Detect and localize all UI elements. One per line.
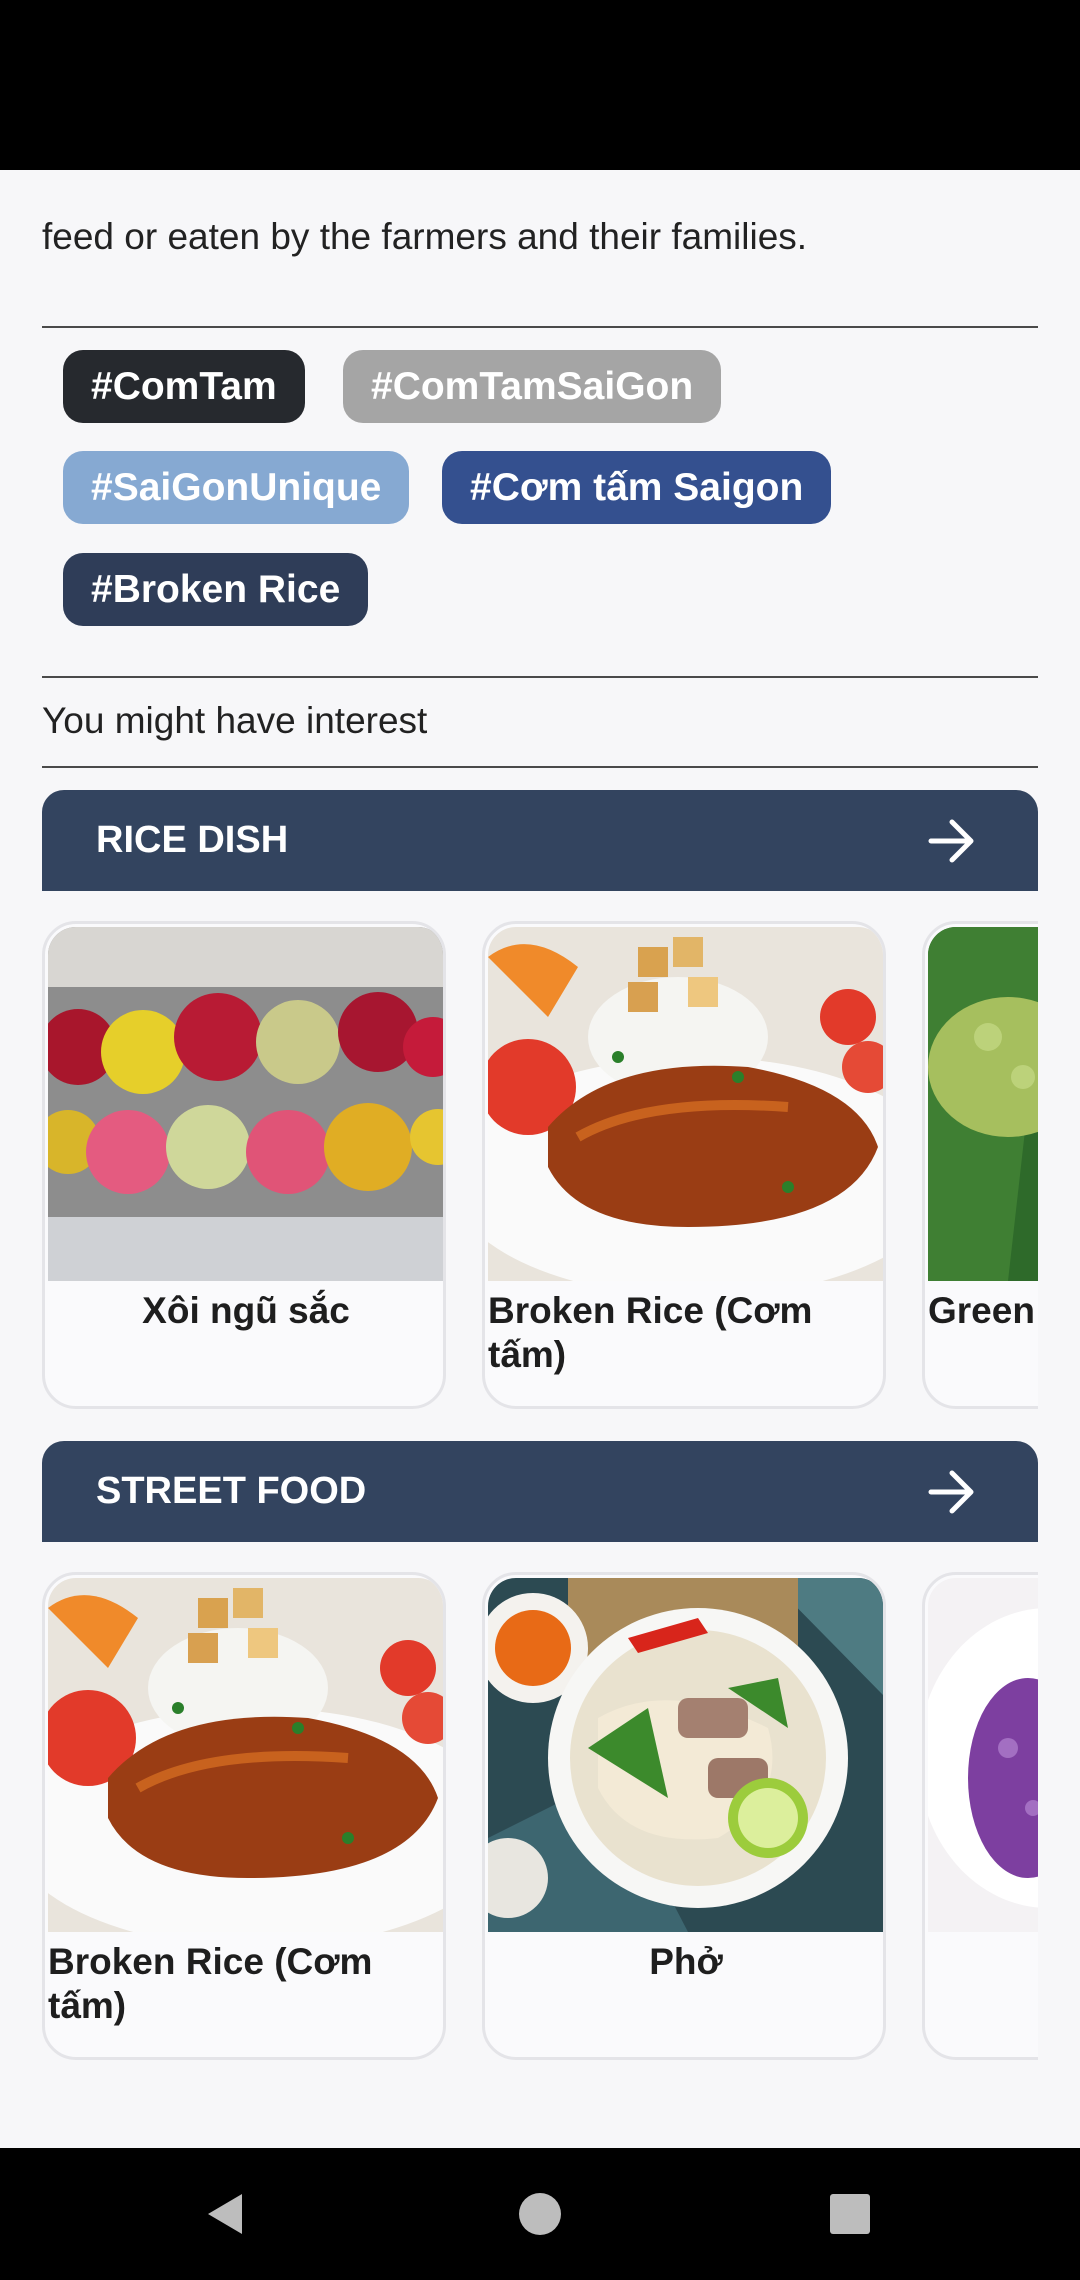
divider bbox=[42, 326, 1038, 328]
pho-noodle-soup-image bbox=[488, 1578, 883, 1932]
food-card[interactable] bbox=[922, 1572, 1038, 2060]
food-card[interactable]: Xôi ngũ sắc bbox=[42, 921, 446, 1409]
home-circle-icon[interactable] bbox=[510, 2184, 570, 2244]
food-card[interactable]: Broken Rice (Cơm tấm) bbox=[482, 921, 886, 1409]
food-card-name: Broken Rice (Cơm tấm) bbox=[488, 1290, 813, 1375]
rice-dish-carousel[interactable]: Xôi ngũ sắc Broken Rice (Cơm tấm) Green bbox=[42, 921, 1038, 1421]
back-triangle-icon[interactable] bbox=[196, 2184, 256, 2244]
category-header-rice-dish[interactable]: RICE DISH bbox=[42, 790, 1038, 891]
broken-rice-image bbox=[48, 1578, 443, 1932]
recents-square-icon[interactable] bbox=[820, 2184, 880, 2244]
food-card-name: Xôi ngũ sắc bbox=[142, 1290, 350, 1331]
food-card[interactable]: Broken Rice (Cơm tấm) bbox=[42, 1572, 446, 2060]
status-bar bbox=[0, 0, 1080, 170]
tag-broken-rice[interactable]: #Broken Rice bbox=[63, 553, 369, 626]
food-card[interactable]: Green (Cốm) bbox=[922, 921, 1038, 1409]
purple-sticky-rice-image bbox=[928, 1578, 1038, 1932]
arrow-right-icon[interactable] bbox=[928, 1469, 976, 1515]
tag-saigonunique[interactable]: #SaiGonUnique bbox=[63, 451, 410, 524]
divider bbox=[42, 766, 1038, 768]
food-card-name: Broken Rice (Cơm tấm) bbox=[48, 1941, 373, 2026]
tag-comtam[interactable]: #ComTam bbox=[63, 350, 305, 423]
food-card[interactable]: Phở bbox=[482, 1572, 886, 2060]
content-scroll-area[interactable]: feed or eaten by the farmers and their f… bbox=[0, 170, 1080, 2148]
article-tail-text: feed or eaten by the farmers and their f… bbox=[42, 216, 808, 257]
food-card-name: Phở bbox=[649, 1941, 723, 1982]
green-rice-flakes-image bbox=[928, 927, 1038, 1281]
category-title: RICE DISH bbox=[96, 819, 289, 861]
colorful-sticky-rice-image bbox=[48, 927, 443, 1281]
tag-comtamsaigon[interactable]: #ComTamSaiGon bbox=[343, 350, 722, 423]
arrow-right-icon[interactable] bbox=[928, 818, 976, 864]
food-card-name: Green (Cốm) bbox=[928, 1290, 1038, 1331]
category-title: STREET FOOD bbox=[96, 1470, 367, 1512]
section-title: You might have interest bbox=[42, 700, 428, 741]
divider bbox=[42, 676, 1038, 678]
broken-rice-image bbox=[488, 927, 883, 1281]
category-header-street-food[interactable]: STREET FOOD bbox=[42, 1441, 1038, 1542]
tag-com-tam-saigon[interactable]: #Cơm tấm Saigon bbox=[442, 451, 832, 524]
navigation-bar bbox=[0, 2148, 1080, 2280]
street-food-carousel[interactable]: Broken Rice (Cơm tấm) Phở bbox=[42, 1572, 1038, 2072]
